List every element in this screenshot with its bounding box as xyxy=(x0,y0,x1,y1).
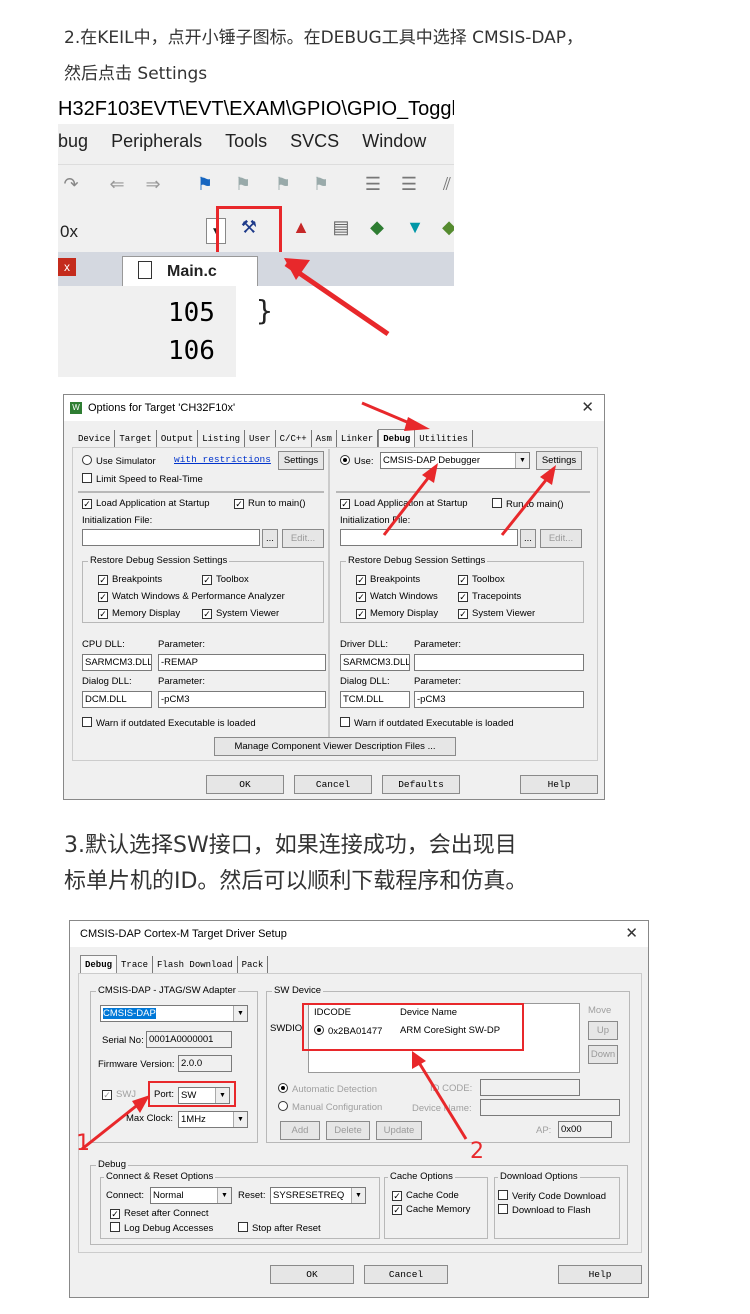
annotation-number-2: 2 xyxy=(470,1139,484,1164)
annotation-number-1: 1 xyxy=(76,1131,90,1156)
keil-screenshot: H32F103EVT\EVT\EXAM\GPIO\GPIO_Toggl bug … xyxy=(58,94,454,377)
step3-line2: 标单片机的ID。然后可以顺利下载程序和仿真。 xyxy=(64,869,528,894)
step2-text: 2.在KEIL中，点开小锤子图标。在DEBUG工具中选择 CMSIS-DAP， … xyxy=(64,20,583,92)
step3-line1: 3.默认选择SW接口，如果连接成功，会出现目 xyxy=(64,833,517,858)
arrow-overlay xyxy=(284,258,390,337)
step2-line1: 2.在KEIL中，点开小锤子图标。在DEBUG工具中选择 CMSIS-DAP， xyxy=(64,28,584,48)
options-dialog: Options for Target 'CH32F10x' W ✕ Device… xyxy=(63,394,605,800)
arrow-overlay xyxy=(361,401,556,536)
driver-setup-dialog: CMSIS-DAP Cortex-M Target Driver Setup ✕… xyxy=(69,920,649,1298)
step3-text: 3.默认选择SW接口，如果连接成功，会出现目 标单片机的ID。然后可以顺利下载程… xyxy=(64,828,527,900)
step2-line2: 然后点击 Settings xyxy=(64,64,208,84)
arrow-overlay xyxy=(81,1051,468,1151)
